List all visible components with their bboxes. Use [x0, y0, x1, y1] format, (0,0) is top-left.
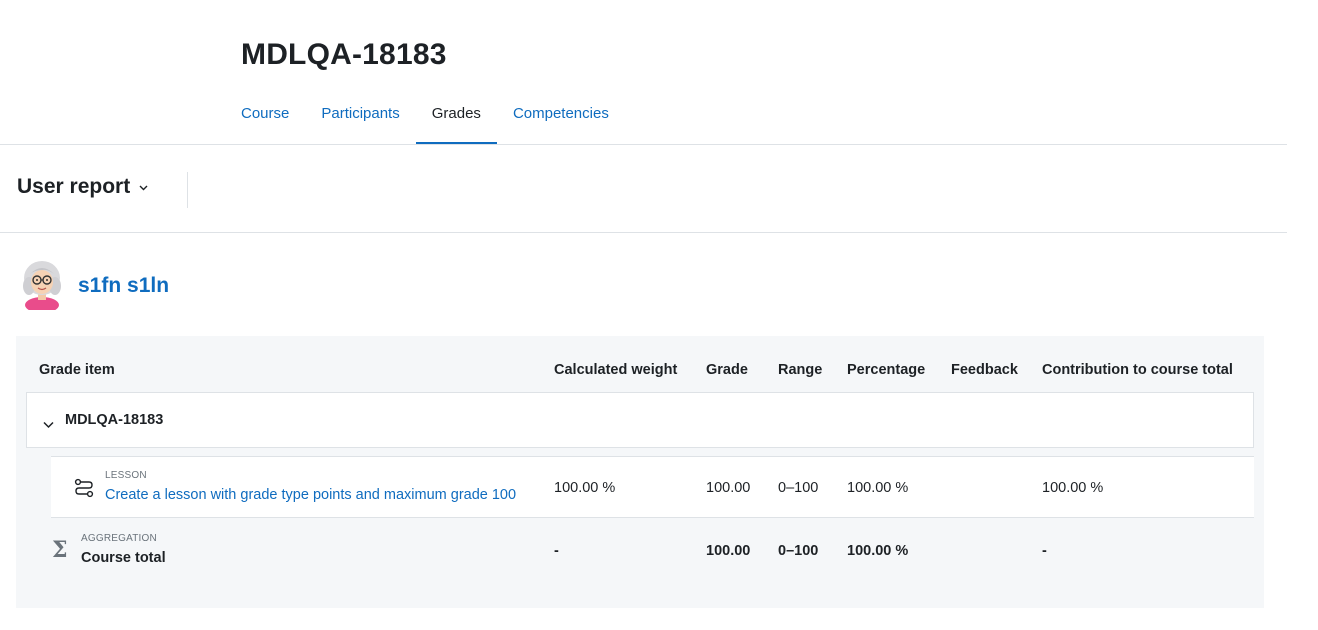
- grade-item-link[interactable]: Create a lesson with grade type points a…: [105, 487, 516, 503]
- chevron-down-icon[interactable]: [43, 416, 54, 434]
- category-row: [26, 392, 1254, 448]
- item-grade: 100.00: [706, 480, 751, 496]
- course-total-label: Course total: [81, 550, 166, 566]
- tab-grades[interactable]: Grades: [415, 92, 498, 145]
- item-percentage: 100.00 %: [847, 480, 909, 496]
- report-selector[interactable]: User report: [17, 175, 148, 199]
- page-title: MDLQA-18183: [241, 38, 447, 71]
- sigma-icon: Σ: [52, 537, 68, 563]
- header-feedback: Feedback: [951, 362, 1018, 378]
- total-grade: 100.00: [706, 543, 751, 559]
- tab-competencies[interactable]: Competencies: [497, 92, 625, 145]
- aggregation-type-label: AGGREGATION: [81, 533, 157, 544]
- lesson-icon: [74, 478, 94, 503]
- total-percentage: 100.00 %: [847, 543, 909, 559]
- category-name: MDLQA-18183: [65, 412, 164, 428]
- header-calculated-weight: Calculated weight: [554, 362, 678, 378]
- header-contribution: Contribution to course total: [1042, 362, 1233, 378]
- header-grade: Grade: [706, 362, 748, 378]
- user-avatar[interactable]: [20, 258, 64, 313]
- total-weight: -: [554, 543, 559, 559]
- total-range: 0–100: [778, 543, 819, 559]
- report-selector-label: User report: [17, 175, 131, 198]
- item-range: 0–100: [778, 480, 819, 496]
- item-contribution: 100.00 %: [1042, 480, 1104, 496]
- header-divider: [0, 232, 1287, 233]
- item-weight: 100.00 %: [554, 480, 616, 496]
- header-separator: [187, 172, 188, 208]
- header-grade-item: Grade item: [39, 362, 115, 378]
- chevron-down-icon: [139, 185, 148, 193]
- item-type-label: LESSON: [105, 470, 147, 481]
- tab-course[interactable]: Course: [225, 92, 305, 145]
- header-percentage: Percentage: [847, 362, 926, 378]
- header-range: Range: [778, 362, 823, 378]
- course-secondary-nav: Course Participants Grades Competencies: [225, 92, 625, 145]
- nav-divider: [0, 144, 1287, 145]
- user-name-link[interactable]: s1fn s1ln: [78, 274, 169, 298]
- total-contribution: -: [1042, 543, 1047, 559]
- tab-participants[interactable]: Participants: [305, 92, 415, 145]
